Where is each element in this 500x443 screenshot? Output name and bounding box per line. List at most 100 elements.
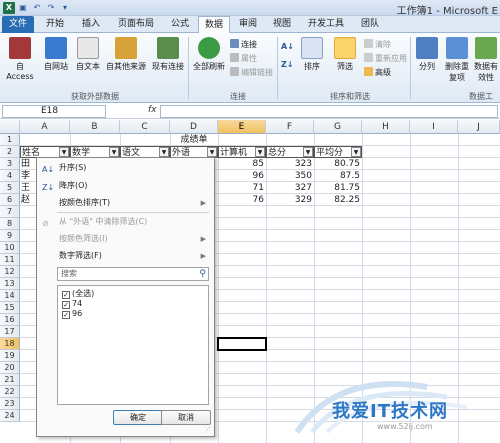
row-header[interactable]: 18 xyxy=(0,338,20,350)
row-header[interactable]: 19 xyxy=(0,350,20,362)
row-header[interactable]: 3 xyxy=(0,158,20,170)
undo-icon[interactable]: ↶ xyxy=(32,3,42,13)
formula-input[interactable] xyxy=(160,105,498,118)
row-header[interactable]: 22 xyxy=(0,386,20,398)
column-header-h[interactable]: H xyxy=(362,120,410,134)
row-header[interactable]: 15 xyxy=(0,302,20,314)
select-all-corner[interactable] xyxy=(0,120,20,134)
computer-cell[interactable]: 85 xyxy=(218,158,266,170)
average-cell[interactable]: 80.75 xyxy=(314,158,362,170)
row-header[interactable]: 10 xyxy=(0,242,20,254)
column-header-i[interactable]: I xyxy=(410,120,458,134)
clear-button[interactable]: 清除 xyxy=(364,39,391,51)
sort-button[interactable]: 排序 xyxy=(298,37,326,72)
tab-view[interactable]: 视图 xyxy=(268,16,296,33)
filter-dropdown-icon[interactable]: ▼ xyxy=(207,147,217,157)
total-cell[interactable]: 323 xyxy=(266,158,314,170)
header-cell-computer[interactable]: 计算机 ▼ xyxy=(218,146,266,158)
computer-cell[interactable]: 76 xyxy=(218,194,266,206)
tab-data[interactable]: 数据 xyxy=(198,16,230,34)
average-cell[interactable]: 87.5 xyxy=(314,170,362,182)
row-header[interactable]: 8 xyxy=(0,218,20,230)
checkbox-checked-icon[interactable]: ✓ xyxy=(62,311,70,319)
filter-dropdown-icon[interactable]: ▼ xyxy=(303,147,313,157)
filter-dropdown-icon[interactable]: ▼ xyxy=(59,147,69,157)
row-header[interactable]: 20 xyxy=(0,362,20,374)
redo-icon[interactable]: ↷ xyxy=(46,3,56,13)
properties-button[interactable]: 属性 xyxy=(230,53,257,65)
sort-asc-icon[interactable]: A↓ xyxy=(281,41,294,53)
row-header[interactable]: 23 xyxy=(0,398,20,410)
row-header[interactable]: 11 xyxy=(0,254,20,266)
filter-dropdown-icon[interactable]: ▼ xyxy=(351,147,361,157)
row-header[interactable]: 17 xyxy=(0,326,20,338)
customize-toolbar-icon[interactable]: ▾ xyxy=(60,3,70,13)
tab-file[interactable]: 文件 xyxy=(2,16,34,33)
row-header[interactable]: 6 xyxy=(0,194,20,206)
ok-button[interactable]: 确定 xyxy=(113,410,163,425)
filter-by-color-item[interactable]: 按颜色筛选(I) ▶ xyxy=(37,232,214,246)
selected-cell[interactable] xyxy=(217,337,267,351)
sort-by-color-item[interactable]: 按颜色排序(T) ▶ xyxy=(37,196,214,210)
row-header[interactable]: 1 xyxy=(0,134,20,146)
tab-home[interactable]: 开始 xyxy=(40,16,70,33)
name-cell[interactable]: 赵 xyxy=(21,194,35,206)
checkbox-checked-icon[interactable]: ✓ xyxy=(62,291,70,299)
from-text-button[interactable]: 自文本 xyxy=(73,37,103,72)
cancel-button[interactable]: 取消 xyxy=(161,410,211,425)
filter-search-input[interactable]: 搜索 ⚲ xyxy=(57,267,209,281)
filter-dropdown-icon[interactable]: ▼ xyxy=(159,147,169,157)
column-header-d[interactable]: D xyxy=(170,120,218,134)
header-cell-average[interactable]: 平均分 ▼ xyxy=(314,146,362,158)
checkbox-checked-icon[interactable]: ✓ xyxy=(62,301,70,309)
advanced-button[interactable]: 高级 xyxy=(364,67,391,79)
tab-formulas[interactable]: 公式 xyxy=(166,16,194,33)
total-cell[interactable]: 350 xyxy=(266,170,314,182)
computer-cell[interactable]: 71 xyxy=(218,182,266,194)
save-icon[interactable]: ▣ xyxy=(18,3,28,13)
sort-desc-icon[interactable]: Z↓ xyxy=(281,59,294,71)
row-header[interactable]: 12 xyxy=(0,266,20,278)
average-cell[interactable]: 82.25 xyxy=(314,194,362,206)
resize-grip-icon[interactable]: ⋰ xyxy=(204,426,212,434)
row-header[interactable]: 24 xyxy=(0,410,20,422)
column-header-g[interactable]: G xyxy=(314,120,362,134)
computer-cell[interactable]: 96 xyxy=(218,170,266,182)
number-filters-item[interactable]: 数字筛选(F) ▶ xyxy=(37,249,214,263)
row-header[interactable]: 2 xyxy=(0,146,20,158)
tab-developer[interactable]: 开发工具 xyxy=(302,16,350,33)
name-cell[interactable]: 王 xyxy=(21,182,35,194)
text-to-columns-button[interactable]: 分列 xyxy=(414,37,440,72)
data-validation-button[interactable]: 数据有效性 xyxy=(472,37,500,83)
tab-team[interactable]: 团队 xyxy=(356,16,384,33)
clear-filter-item[interactable]: ⊘ 从 "外语" 中清除筛选(C) xyxy=(37,215,214,229)
filter-dropdown-icon[interactable]: ▼ xyxy=(109,147,119,157)
connections-button[interactable]: 连接 xyxy=(230,39,257,51)
row-header[interactable]: 7 xyxy=(0,206,20,218)
row-header[interactable]: 13 xyxy=(0,278,20,290)
sort-ascending-item[interactable]: A↓ 升序(S) xyxy=(37,161,214,175)
column-header-e[interactable]: E xyxy=(218,120,266,134)
column-header-j[interactable]: J xyxy=(458,120,500,134)
refresh-all-button[interactable]: 全部刷新 xyxy=(190,37,228,72)
edit-links-button[interactable]: 编辑链接 xyxy=(230,67,273,79)
from-web-button[interactable]: 自网站 xyxy=(40,37,72,72)
row-header[interactable]: 14 xyxy=(0,290,20,302)
column-header-c[interactable]: C xyxy=(120,120,170,134)
sheet-title-cell[interactable]: 成绩单 xyxy=(170,134,218,146)
average-cell[interactable]: 81.75 xyxy=(314,182,362,194)
sort-descending-item[interactable]: Z↓ 降序(O) xyxy=(37,179,214,193)
filter-value-item[interactable]: ✓ 96 xyxy=(62,309,82,319)
remove-duplicates-button[interactable]: 删除重复项 xyxy=(442,37,472,83)
from-access-button[interactable]: 自 Access xyxy=(2,37,38,81)
filter-dropdown-icon[interactable]: ▼ xyxy=(255,147,265,157)
fx-icon[interactable]: fx xyxy=(148,105,157,115)
filter-button[interactable]: 筛选 xyxy=(330,35,360,72)
reapply-button[interactable]: 重新应用 xyxy=(364,53,407,65)
existing-connections-button[interactable]: 现有连接 xyxy=(150,37,186,72)
column-header-f[interactable]: F xyxy=(266,120,314,134)
column-header-a[interactable]: A xyxy=(20,120,70,134)
row-header[interactable]: 16 xyxy=(0,314,20,326)
name-box[interactable]: E18 xyxy=(2,105,106,118)
header-cell-total[interactable]: 总分 ▼ xyxy=(266,146,314,158)
